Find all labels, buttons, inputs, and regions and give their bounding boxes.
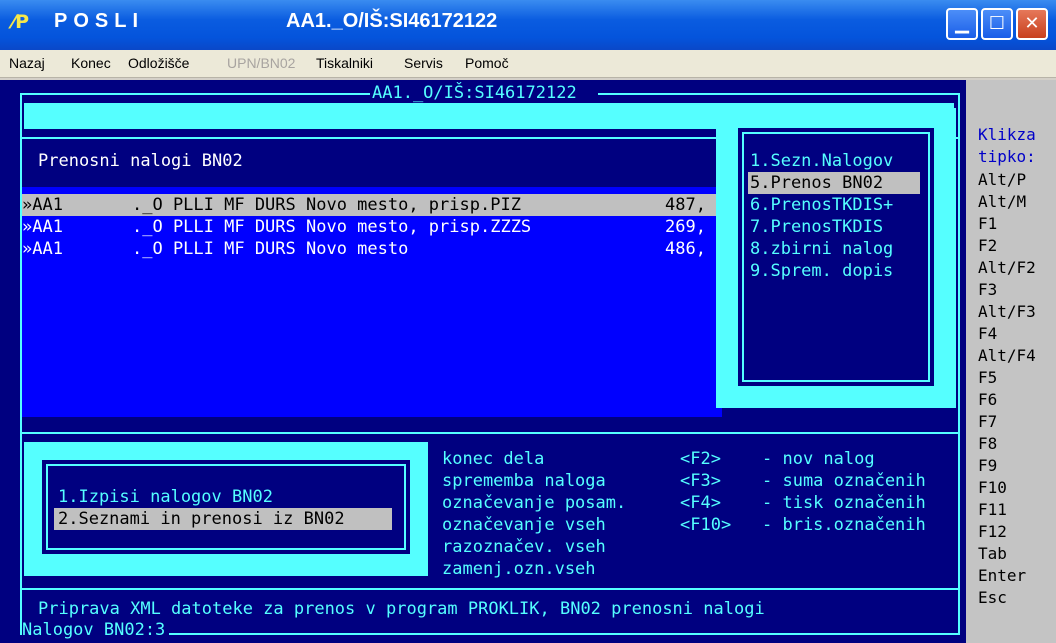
menu-nazaj[interactable]: Nazaj (9, 55, 45, 71)
shortcut-f2[interactable]: F2 (978, 235, 997, 257)
shortcut-f11[interactable]: F11 (978, 499, 1007, 521)
section-divider-bottom (22, 432, 958, 434)
row-3-text[interactable]: ._O PLLI MF DURS Novo mesto (132, 238, 408, 260)
footer-count: Nalogov BN02:3 (22, 619, 170, 641)
shortcut-f4[interactable]: F4 (978, 323, 997, 345)
right-menu-item-1[interactable]: 1.Sezn.Nalogov (750, 150, 893, 172)
close-button[interactable]: ✕ (1016, 8, 1048, 40)
status-divider (22, 588, 958, 590)
help-key-f10: <F10> (680, 515, 732, 535)
shortcut-alt-f3[interactable]: Alt/F3 (978, 301, 1036, 323)
row-3-amount[interactable]: 486, (665, 238, 706, 260)
help-key-f4: <F4> (680, 493, 721, 513)
help-oznacevanje-vseh: označevanje vseh (442, 515, 606, 535)
shortcut-f7[interactable]: F7 (978, 411, 997, 433)
row-1-amount[interactable]: 487, (665, 194, 706, 216)
window-title: AA1._O/IŠ:SI46172122 (286, 10, 498, 32)
row-2-text[interactable]: ._O PLLI MF DURS Novo mesto, prisp.ZZZS (132, 216, 531, 238)
shortcut-alt-f2[interactable]: Alt/F2 (978, 257, 1036, 279)
title-bar (0, 0, 1056, 50)
row-1-marker[interactable]: »AA1 (22, 194, 63, 216)
right-menu-item-8[interactable]: 8.zbirni nalog (750, 238, 893, 260)
menu-odlozisce[interactable]: Odložišče (128, 55, 189, 71)
shortcut-f10[interactable]: F10 (978, 477, 1007, 499)
help-key-f3: <F3> (680, 471, 721, 491)
status-line: Priprava XML datoteke za prenos v progra… (38, 599, 765, 619)
shortcut-esc[interactable]: Esc (978, 587, 1007, 609)
shortcut-f5[interactable]: F5 (978, 367, 997, 389)
menu-tiskalniki[interactable]: Tiskalniki (316, 55, 373, 71)
frame-top-left (20, 93, 370, 95)
minimize-button[interactable]: ▁ (946, 8, 978, 40)
maximize-button[interactable]: ☐ (981, 8, 1013, 40)
app-logo-icon: ⁄P (12, 11, 30, 33)
help-key-f2: <F2> (680, 449, 721, 469)
right-menu-item-7[interactable]: 7.PrenosTKDIS (750, 216, 883, 238)
sidebar-header-2: tipko: (978, 147, 1036, 166)
section-title: Prenosni nalogi BN02 (38, 151, 243, 171)
frame-title: AA1._O/IŠ:SI46172122 (372, 83, 577, 103)
help-zamenj: zamenj.ozn.vseh (442, 559, 596, 579)
help-oznacevanje-posam: označevanje posam. (442, 493, 627, 513)
right-menu-item-5[interactable]: 5.Prenos BN02 (750, 172, 883, 194)
shortcut-f9[interactable]: F9 (978, 455, 997, 477)
app-name: POSLI (54, 10, 145, 32)
shortcut-enter[interactable]: Enter (978, 565, 1026, 587)
shortcut-alt-p[interactable]: Alt/P (978, 169, 1026, 191)
frame-top-right (598, 93, 960, 95)
frame-right (958, 93, 960, 633)
help-desc-f3: - suma označenih (762, 471, 926, 491)
row-2-amount[interactable]: 269, (665, 216, 706, 238)
help-desc-f10: - bris.označenih (762, 515, 926, 535)
shortcut-tab[interactable]: Tab (978, 543, 1007, 565)
help-konec: konec dela (442, 449, 545, 469)
left-menu-item-1[interactable]: 1.Izpisi nalogov BN02 (58, 486, 273, 508)
shortcut-f12[interactable]: F12 (978, 521, 1007, 543)
menu-konec[interactable]: Konec (71, 55, 111, 71)
help-desc-f4: - tisk označenih (762, 493, 926, 513)
menu-upn-bn02: UPN/BN02 (227, 55, 296, 71)
right-menu-item-6[interactable]: 6.PrenosTKDIS+ (750, 194, 893, 216)
row-1-text[interactable]: ._O PLLI MF DURS Novo mesto, prisp.PIZ (132, 194, 521, 216)
list-rows: »AA1 ._O PLLI MF DURS Novo mesto, prisp.… (22, 194, 722, 260)
left-menu-item-2[interactable]: 2.Seznami in prenosi iz BN02 (58, 508, 345, 530)
row-3-marker[interactable]: »AA1 (22, 238, 63, 260)
shortcut-alt-m[interactable]: Alt/M (978, 191, 1026, 213)
sidebar-header-1: Klikza (978, 125, 1036, 144)
shortcut-alt-f4[interactable]: Alt/F4 (978, 345, 1036, 367)
row-2-marker[interactable]: »AA1 (22, 216, 63, 238)
right-menu-item-9[interactable]: 9.Sprem. dopis (750, 260, 893, 282)
help-sprememba: sprememba naloga (442, 471, 606, 491)
menu-servis[interactable]: Servis (404, 55, 443, 71)
shortcut-f3[interactable]: F3 (978, 279, 997, 301)
shortcut-f1[interactable]: F1 (978, 213, 997, 235)
shortcut-f6[interactable]: F6 (978, 389, 997, 411)
menu-pomoc[interactable]: Pomoč (465, 55, 509, 71)
shortcut-f8[interactable]: F8 (978, 433, 997, 455)
help-razoznacev: razoznačev. vseh (442, 537, 606, 557)
help-desc-f2: - nov nalog (762, 449, 875, 469)
